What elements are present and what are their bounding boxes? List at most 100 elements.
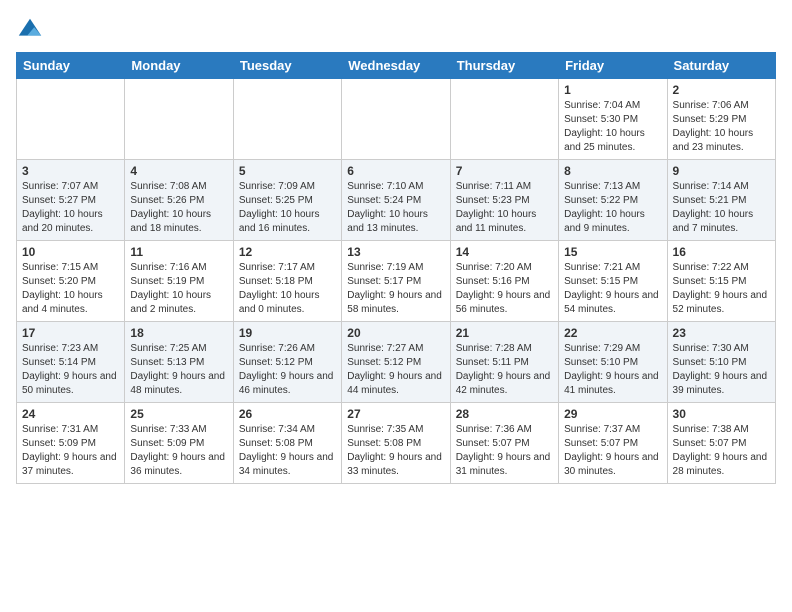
day-number: 4 [130, 164, 227, 178]
day-number: 6 [347, 164, 444, 178]
calendar-cell: 20 Sunrise: 7:27 AM Sunset: 5:12 PM Dayli… [342, 322, 450, 403]
day-info: Sunrise: 7:26 AM Sunset: 5:12 PM Dayligh… [239, 342, 336, 398]
day-number: 30 [673, 407, 770, 421]
day-number: 1 [564, 83, 661, 97]
calendar-cell: 29 Sunrise: 7:37 AM Sunset: 5:07 PM Dayli… [559, 403, 667, 484]
day-info: Sunrise: 7:21 AM Sunset: 5:15 PM Dayligh… [564, 261, 661, 317]
calendar-cell: 22 Sunrise: 7:29 AM Sunset: 5:10 PM Dayli… [559, 322, 667, 403]
day-number: 11 [130, 245, 227, 259]
day-number: 13 [347, 245, 444, 259]
day-number: 24 [22, 407, 119, 421]
calendar-header-row: SundayMondayTuesdayWednesdayThursdayFrid… [17, 53, 776, 79]
day-info: Sunrise: 7:30 AM Sunset: 5:10 PM Dayligh… [673, 342, 770, 398]
calendar-cell: 28Sunrise: 7:36 AM Sunset: 5:07 PM Dayli… [450, 403, 558, 484]
day-number: 14 [456, 245, 553, 259]
day-number: 28 [456, 407, 553, 421]
day-info: Sunrise: 7:23 AM Sunset: 5:14 PM Dayligh… [22, 342, 119, 398]
day-number: 29 [564, 407, 661, 421]
day-info: Sunrise: 7:11 AM Sunset: 5:23 PM Dayligh… [456, 180, 553, 236]
day-info: Sunrise: 7:04 AM Sunset: 5:30 PM Dayligh… [564, 99, 661, 155]
day-info: Sunrise: 7:27 AM Sunset: 5:12 PM Dayligh… [347, 342, 444, 398]
calendar-cell: 10 Sunrise: 7:15 AM Sunset: 5:20 PM Dayli… [17, 241, 125, 322]
page: SundayMondayTuesdayWednesdayThursdayFrid… [0, 0, 792, 494]
day-info: Sunrise: 7:15 AM Sunset: 5:20 PM Dayligh… [22, 261, 119, 317]
calendar-week-5: 24 Sunrise: 7:31 AM Sunset: 5:09 PM Dayli… [17, 403, 776, 484]
calendar-cell: 6 Sunrise: 7:10 AM Sunset: 5:24 PM Daylig… [342, 160, 450, 241]
calendar-cell: 3 Sunrise: 7:07 AM Sunset: 5:27 PM Daylig… [17, 160, 125, 241]
calendar-cell: 1 Sunrise: 7:04 AM Sunset: 5:30 PM Daylig… [559, 79, 667, 160]
calendar-cell: 21Sunrise: 7:28 AM Sunset: 5:11 PM Dayli… [450, 322, 558, 403]
day-info: Sunrise: 7:17 AM Sunset: 5:18 PM Dayligh… [239, 261, 336, 317]
day-number: 22 [564, 326, 661, 340]
calendar-cell: 25 Sunrise: 7:33 AM Sunset: 5:09 PM Dayli… [125, 403, 233, 484]
calendar-cell: 18Sunrise: 7:25 AM Sunset: 5:13 PM Dayli… [125, 322, 233, 403]
day-info: Sunrise: 7:20 AM Sunset: 5:16 PM Dayligh… [456, 261, 553, 317]
calendar-header-monday: Monday [125, 53, 233, 79]
day-number: 17 [22, 326, 119, 340]
calendar-cell [125, 79, 233, 160]
calendar-week-3: 10 Sunrise: 7:15 AM Sunset: 5:20 PM Dayli… [17, 241, 776, 322]
day-info: Sunrise: 7:38 AM Sunset: 5:07 PM Dayligh… [673, 423, 770, 479]
day-info: Sunrise: 7:35 AM Sunset: 5:08 PM Dayligh… [347, 423, 444, 479]
day-info: Sunrise: 7:16 AM Sunset: 5:19 PM Dayligh… [130, 261, 227, 317]
calendar-cell: 11 Sunrise: 7:16 AM Sunset: 5:19 PM Dayli… [125, 241, 233, 322]
day-info: Sunrise: 7:14 AM Sunset: 5:21 PM Dayligh… [673, 180, 770, 236]
day-info: Sunrise: 7:22 AM Sunset: 5:15 PM Dayligh… [673, 261, 770, 317]
calendar-cell: 27 Sunrise: 7:35 AM Sunset: 5:08 PM Dayli… [342, 403, 450, 484]
day-number: 18 [130, 326, 227, 340]
day-number: 15 [564, 245, 661, 259]
day-number: 26 [239, 407, 336, 421]
day-number: 20 [347, 326, 444, 340]
calendar-cell: 24 Sunrise: 7:31 AM Sunset: 5:09 PM Dayli… [17, 403, 125, 484]
calendar-cell: 2 Sunrise: 7:06 AM Sunset: 5:29 PM Daylig… [667, 79, 775, 160]
day-info: Sunrise: 7:19 AM Sunset: 5:17 PM Dayligh… [347, 261, 444, 317]
day-number: 3 [22, 164, 119, 178]
calendar-cell [233, 79, 341, 160]
day-info: Sunrise: 7:31 AM Sunset: 5:09 PM Dayligh… [22, 423, 119, 479]
day-number: 25 [130, 407, 227, 421]
calendar-week-1: 1 Sunrise: 7:04 AM Sunset: 5:30 PM Daylig… [17, 79, 776, 160]
day-number: 8 [564, 164, 661, 178]
day-number: 16 [673, 245, 770, 259]
calendar-cell: 15 Sunrise: 7:21 AM Sunset: 5:15 PM Dayli… [559, 241, 667, 322]
calendar-cell: 14 Sunrise: 7:20 AM Sunset: 5:16 PM Dayli… [450, 241, 558, 322]
day-number: 12 [239, 245, 336, 259]
day-number: 21 [456, 326, 553, 340]
calendar-cell: 8 Sunrise: 7:13 AM Sunset: 5:22 PM Daylig… [559, 160, 667, 241]
day-info: Sunrise: 7:29 AM Sunset: 5:10 PM Dayligh… [564, 342, 661, 398]
calendar-week-2: 3 Sunrise: 7:07 AM Sunset: 5:27 PM Daylig… [17, 160, 776, 241]
calendar-cell: 5Sunrise: 7:09 AM Sunset: 5:25 PM Daylig… [233, 160, 341, 241]
calendar-cell: 16 Sunrise: 7:22 AM Sunset: 5:15 PM Dayli… [667, 241, 775, 322]
calendar-cell: 4 Sunrise: 7:08 AM Sunset: 5:26 PM Daylig… [125, 160, 233, 241]
calendar-week-4: 17 Sunrise: 7:23 AM Sunset: 5:14 PM Dayli… [17, 322, 776, 403]
day-info: Sunrise: 7:37 AM Sunset: 5:07 PM Dayligh… [564, 423, 661, 479]
day-number: 23 [673, 326, 770, 340]
calendar-cell: 26 Sunrise: 7:34 AM Sunset: 5:08 PM Dayli… [233, 403, 341, 484]
day-number: 2 [673, 83, 770, 97]
calendar-cell: 13 Sunrise: 7:19 AM Sunset: 5:17 PM Dayli… [342, 241, 450, 322]
calendar-cell: 7 Sunrise: 7:11 AM Sunset: 5:23 PM Daylig… [450, 160, 558, 241]
day-info: Sunrise: 7:10 AM Sunset: 5:24 PM Dayligh… [347, 180, 444, 236]
day-number: 5 [239, 164, 336, 178]
day-info: Sunrise: 7:13 AM Sunset: 5:22 PM Dayligh… [564, 180, 661, 236]
calendar-cell [342, 79, 450, 160]
day-info: Sunrise: 7:06 AM Sunset: 5:29 PM Dayligh… [673, 99, 770, 155]
day-info: Sunrise: 7:07 AM Sunset: 5:27 PM Dayligh… [22, 180, 119, 236]
header [16, 16, 776, 44]
calendar-header-friday: Friday [559, 53, 667, 79]
calendar-header-tuesday: Tuesday [233, 53, 341, 79]
day-info: Sunrise: 7:33 AM Sunset: 5:09 PM Dayligh… [130, 423, 227, 479]
calendar-header-sunday: Sunday [17, 53, 125, 79]
calendar-cell: 23 Sunrise: 7:30 AM Sunset: 5:10 PM Dayli… [667, 322, 775, 403]
day-info: Sunrise: 7:08 AM Sunset: 5:26 PM Dayligh… [130, 180, 227, 236]
calendar-cell: 19 Sunrise: 7:26 AM Sunset: 5:12 PM Dayli… [233, 322, 341, 403]
day-number: 10 [22, 245, 119, 259]
calendar-table: SundayMondayTuesdayWednesdayThursdayFrid… [16, 52, 776, 484]
day-number: 27 [347, 407, 444, 421]
calendar-header-thursday: Thursday [450, 53, 558, 79]
calendar-cell: 12 Sunrise: 7:17 AM Sunset: 5:18 PM Dayli… [233, 241, 341, 322]
calendar-header-saturday: Saturday [667, 53, 775, 79]
day-number: 7 [456, 164, 553, 178]
day-number: 19 [239, 326, 336, 340]
day-info: Sunrise: 7:34 AM Sunset: 5:08 PM Dayligh… [239, 423, 336, 479]
